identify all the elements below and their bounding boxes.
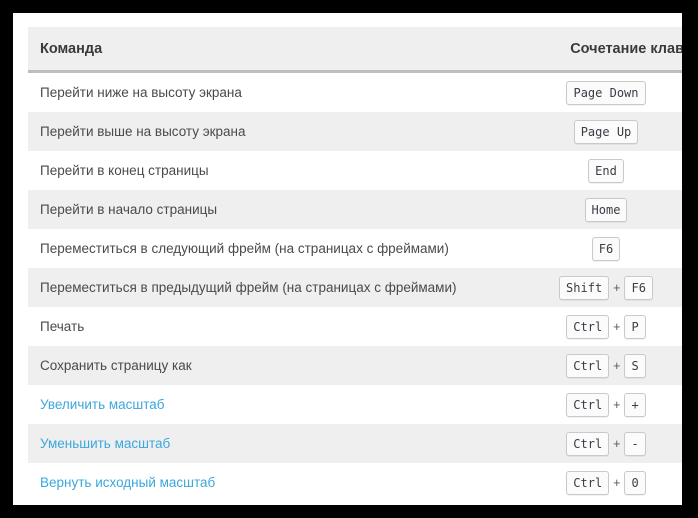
shortcut-cell: Shift + F6	[507, 268, 682, 307]
key-badge: Page Down	[566, 80, 646, 105]
shortcut-cell: End	[507, 151, 682, 190]
table-row: Переместиться в следующий фрейм (на стра…	[28, 229, 682, 268]
key-badge: End	[588, 158, 624, 183]
key-badge: Ctrl	[566, 314, 610, 339]
key-badge: Ctrl	[566, 353, 610, 378]
command-label: Перейти выше на высоту экрана	[40, 124, 246, 139]
table-row: Перейти в конец страницы End	[28, 151, 682, 190]
key-badge: F6	[591, 236, 621, 261]
shortcuts-table-wrapper: Команда Сочетание клавиш Перейти ниже на…	[28, 27, 682, 502]
command-link[interactable]: Уменьшить масштаб	[40, 436, 170, 451]
command-cell: Вернуть исходный масштаб	[28, 463, 507, 502]
table-row: Перейти в начало страницы Home	[28, 190, 682, 229]
key-separator: +	[613, 475, 621, 490]
command-cell: Перейти ниже на высоту экрана	[28, 71, 507, 112]
command-cell: Переместиться в предыдущий фрейм (на стр…	[28, 268, 507, 307]
key-badge: F6	[624, 275, 653, 300]
key-badge: +	[624, 392, 646, 417]
table-row: Печать Ctrl + P	[28, 307, 682, 346]
command-cell: Сохранить страницу как	[28, 346, 507, 385]
command-label: Переместиться в предыдущий фрейм (на стр…	[40, 280, 457, 295]
column-header-shortcut: Сочетание клавиш	[507, 27, 682, 73]
table-body: Перейти ниже на высоту экрана Page Down Пе…	[28, 71, 682, 502]
command-cell: Перейти выше на высоту экрана	[28, 112, 507, 151]
command-cell: Перейти в конец страницы	[28, 151, 507, 190]
command-link[interactable]: Увеличить масштаб	[40, 397, 165, 412]
shortcut-cell: Ctrl + -	[507, 424, 682, 463]
shortcut-cell: Ctrl + S	[507, 346, 682, 385]
command-label: Сохранить страницу как	[40, 358, 192, 373]
shortcut-cell: Ctrl + +	[507, 385, 682, 424]
key-separator: +	[613, 280, 621, 295]
shortcut-cell: Page Up	[507, 112, 682, 151]
column-header-command: Команда	[28, 27, 507, 73]
table-header-row: Команда Сочетание клавиш	[28, 27, 682, 73]
shortcuts-table: Команда Сочетание клавиш Перейти ниже на…	[28, 27, 682, 502]
command-cell: Уменьшить масштаб	[28, 424, 507, 463]
shortcut-cell: Home	[507, 190, 682, 229]
table-row: Перейти ниже на высоту экрана Page Down	[28, 71, 682, 112]
key-separator: +	[613, 319, 621, 334]
shortcut-cell: Page Down	[507, 71, 682, 112]
key-separator: +	[613, 358, 621, 373]
key-badge: Ctrl	[566, 431, 610, 456]
table-row: Увеличить масштаб Ctrl + +	[28, 385, 682, 424]
command-label: Переместиться в следующий фрейм (на стра…	[40, 241, 449, 256]
command-label: Перейти ниже на высоту экрана	[40, 85, 242, 100]
key-badge: Ctrl	[566, 392, 610, 417]
command-cell: Печать	[28, 307, 507, 346]
key-badge: Home	[584, 197, 628, 222]
key-separator: +	[613, 397, 621, 412]
key-badge: Shift	[559, 275, 610, 300]
content-page: Команда Сочетание клавиш Перейти ниже на…	[13, 13, 682, 505]
command-cell: Перейти в начало страницы	[28, 190, 507, 229]
key-badge: Ctrl	[566, 470, 610, 495]
command-link[interactable]: Вернуть исходный масштаб	[40, 475, 215, 490]
key-badge: 0	[624, 470, 646, 495]
key-badge: S	[624, 353, 646, 378]
command-label: Перейти в начало страницы	[40, 202, 218, 217]
shortcut-cell: Ctrl +0	[507, 463, 682, 502]
table-header: Команда Сочетание клавиш	[28, 27, 682, 73]
key-badge: -	[624, 431, 646, 456]
table-row: Сохранить страницу как Ctrl + S	[28, 346, 682, 385]
table-row: Вернуть исходный масштаб Ctrl +0	[28, 463, 682, 502]
table-row: Перейти выше на высоту экрана Page Up	[28, 112, 682, 151]
table-row: Уменьшить масштаб Ctrl + -	[28, 424, 682, 463]
command-cell: Увеличить масштаб	[28, 385, 507, 424]
command-label: Перейти в конец страницы	[40, 163, 209, 178]
shortcut-cell: Ctrl + P	[507, 307, 682, 346]
shortcut-cell: F6	[507, 229, 682, 268]
table-row: Переместиться в предыдущий фрейм (на стр…	[28, 268, 682, 307]
command-label: Печать	[40, 319, 85, 334]
key-badge: Page Up	[573, 119, 639, 144]
command-cell: Переместиться в следующий фрейм (на стра…	[28, 229, 507, 268]
key-separator: +	[613, 436, 621, 451]
key-badge: P	[624, 314, 646, 339]
